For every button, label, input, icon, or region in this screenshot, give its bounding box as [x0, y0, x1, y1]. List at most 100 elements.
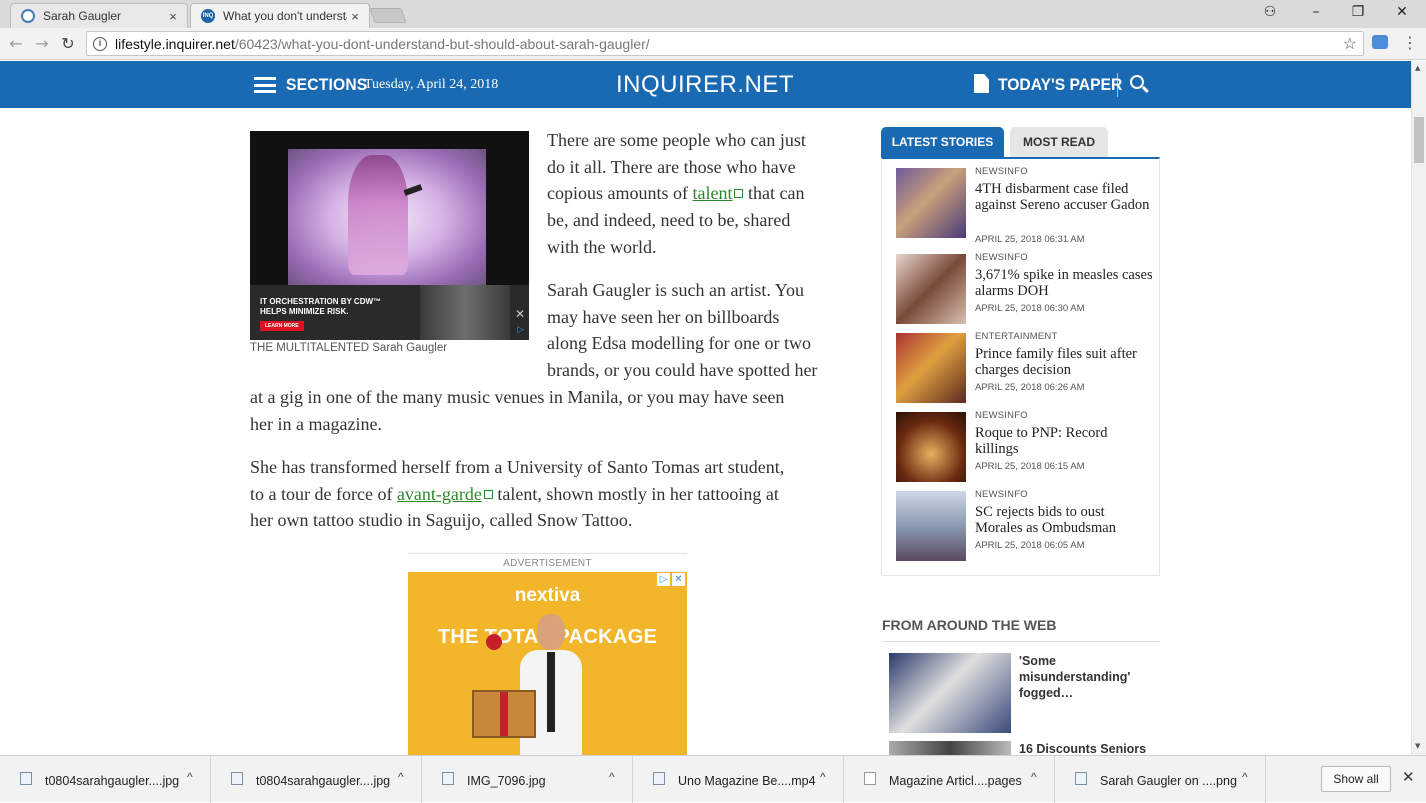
download-item[interactable]: Uno Magazine Be....mp4 ^ — [633, 756, 844, 803]
adchoices-icon[interactable]: ▷ — [657, 573, 670, 586]
sections-button[interactable]: SECTIONS — [286, 75, 367, 95]
profile-icon[interactable]: ⚇ — [1258, 4, 1282, 20]
download-options-icon[interactable]: ^ — [1242, 770, 1248, 784]
address-bar[interactable]: i lifestyle.inquirer.net/60423/what-you-… — [86, 31, 1364, 56]
todays-paper-link[interactable]: TODAY'S PAPER — [998, 75, 1122, 95]
window-close-icon[interactable]: ✕ — [1390, 4, 1414, 20]
text-span: to a tour de force of — [250, 483, 397, 504]
tab-latest-stories[interactable]: LATEST STORIES — [881, 127, 1004, 157]
scrollbar-thumb[interactable] — [1414, 117, 1424, 163]
image-file-icon — [442, 772, 454, 785]
tab-most-read[interactable]: MOST READ — [1010, 127, 1108, 157]
story-thumbnail[interactable] — [896, 333, 966, 403]
download-item[interactable]: Sarah Gaugler on ....png ^ — [1055, 756, 1266, 803]
download-item[interactable]: Magazine Articl....pages ^ — [844, 756, 1055, 803]
newspaper-icon[interactable] — [974, 74, 989, 93]
show-all-downloads-button[interactable]: Show all — [1321, 766, 1391, 792]
download-item[interactable]: IMG_7096.jpg ^ — [422, 756, 633, 803]
header-date: Tuesday, April 24, 2018 — [364, 77, 499, 92]
tab-close-icon[interactable]: × — [165, 9, 181, 24]
text-line: her in a magazine. — [250, 413, 382, 434]
download-filename[interactable]: Uno Magazine Be....mp4 — [678, 774, 816, 788]
download-options-icon[interactable]: ^ — [1031, 770, 1037, 784]
browser-tab-2[interactable]: INQ What you don't understa × — [190, 3, 370, 28]
download-options-icon[interactable]: ^ — [820, 770, 826, 784]
avant-garde-link[interactable]: avant-garde — [397, 484, 482, 504]
web-thumbnail[interactable] — [889, 653, 1011, 733]
text-line: at a gig in one of the many music venues… — [250, 387, 785, 407]
hamburger-menu-icon[interactable] — [254, 77, 276, 93]
inline-advertisement[interactable]: nextiva THE TOTAL PACKAGE ▷ ✕ — [408, 572, 687, 756]
story-date: APRIL 25, 2018 06:30 AM — [975, 303, 1085, 314]
download-item[interactable]: t0804sarahgaugler....jpg ^ — [211, 756, 422, 803]
story-date: APRIL 25, 2018 06:31 AM — [975, 234, 1085, 245]
download-options-icon[interactable]: ^ — [398, 770, 404, 784]
download-filename[interactable]: t0804sarahgaugler....jpg — [256, 774, 390, 788]
scroll-down-icon[interactable]: ▼ — [1415, 742, 1420, 750]
download-shelf: t0804sarahgaugler....jpg ^ t0804sarahgau… — [0, 755, 1426, 803]
download-filename[interactable]: Sarah Gaugler on ....png — [1100, 774, 1237, 788]
loading-icon — [21, 9, 35, 23]
back-icon[interactable]: ← — [6, 34, 26, 53]
video-file-icon — [653, 772, 665, 785]
story-title[interactable]: Prince family files suit after charges d… — [975, 346, 1153, 379]
image-overlay-ad[interactable]: IT ORCHESTRATION BY CDW™ HELPS MINIMIZE … — [250, 285, 529, 340]
site-logo[interactable]: INQUIRER.NET — [616, 71, 794, 99]
site-info-icon[interactable]: i — [93, 36, 107, 51]
download-filename[interactable]: Magazine Articl....pages — [889, 774, 1022, 788]
download-options-icon[interactable]: ^ — [609, 770, 615, 784]
ad-close-icon[interactable]: ✕ — [515, 307, 525, 321]
story-title[interactable]: 3,671% spike in measles cases alarms DOH — [975, 267, 1153, 300]
page-scrollbar[interactable]: ▲ ▼ — [1411, 61, 1426, 755]
story-category[interactable]: NEWSINFO — [975, 252, 1028, 263]
advertisement-label: ADVERTISEMENT — [408, 553, 687, 569]
tab-close-icon[interactable]: × — [347, 9, 363, 24]
story-category[interactable]: ENTERTAINMENT — [975, 331, 1057, 342]
tab-title: Sarah Gaugler — [43, 9, 122, 23]
overlay-ad-button[interactable]: LEARN MORE — [260, 321, 304, 331]
search-icon[interactable] — [1130, 75, 1144, 89]
text-line: There are some people who can just — [547, 130, 806, 150]
story-title[interactable]: SC rejects bids to oust Morales as Ombud… — [975, 504, 1153, 537]
story-thumbnail[interactable] — [896, 412, 966, 482]
ad-tie-shape — [547, 652, 555, 732]
bookmark-star-icon[interactable]: ☆ — [1343, 34, 1357, 54]
web-story-title[interactable]: 'Some misunderstanding' fogged… — [1019, 653, 1159, 701]
download-filename[interactable]: IMG_7096.jpg — [467, 774, 546, 788]
talent-link[interactable]: talent — [693, 183, 733, 203]
story-title[interactable]: Roque to PNP: Record killings — [975, 425, 1153, 458]
story-category[interactable]: NEWSINFO — [975, 166, 1028, 177]
browser-menu-icon[interactable]: ⋮ — [1402, 33, 1418, 52]
story-thumbnail[interactable] — [896, 254, 966, 324]
new-tab-button[interactable] — [369, 8, 407, 23]
story-category[interactable]: NEWSINFO — [975, 489, 1028, 500]
download-item[interactable]: t0804sarahgaugler....jpg ^ — [0, 756, 211, 803]
download-options-icon[interactable]: ^ — [187, 770, 193, 784]
story-title[interactable]: 4TH disbarment case filed against Sereno… — [975, 181, 1153, 214]
web-thumbnail[interactable] — [889, 741, 1011, 755]
story-category[interactable]: NEWSINFO — [975, 410, 1028, 421]
ad-face-shape — [537, 614, 565, 650]
story-thumbnail[interactable] — [896, 168, 966, 238]
url-host: lifestyle.inquirer.net — [115, 35, 235, 52]
reload-icon[interactable]: ↻ — [58, 34, 78, 53]
extension-icon[interactable] — [1372, 35, 1388, 49]
adchoices-icon[interactable]: ▷ — [517, 325, 524, 335]
download-filename[interactable]: t0804sarahgaugler....jpg — [45, 774, 179, 788]
restore-icon[interactable]: ❐ — [1346, 4, 1370, 20]
story-date: APRIL 25, 2018 06:26 AM — [975, 382, 1085, 393]
forward-icon[interactable]: → — [32, 34, 52, 53]
minimize-icon[interactable]: – — [1304, 4, 1328, 20]
ad-close-icon[interactable]: ✕ — [672, 573, 685, 586]
browser-tab-1[interactable]: Sarah Gaugler × — [10, 3, 188, 28]
close-shelf-icon[interactable]: ✕ — [1402, 768, 1415, 786]
overlay-ad-text: IT ORCHESTRATION BY CDW™ HELPS MINIMIZE … — [260, 297, 382, 316]
scroll-up-icon[interactable]: ▲ — [1415, 64, 1420, 72]
text-line: her own tattoo studio in Saguijo, called… — [250, 510, 633, 531]
story-thumbnail[interactable] — [896, 491, 966, 561]
browser-tab-strip: Sarah Gaugler × INQ What you don't under… — [0, 0, 1426, 28]
paragraph-2a: Sarah Gaugler is such an artist. You may… — [547, 277, 857, 384]
image-caption: THE MULTITALENTED Sarah Gaugler — [250, 342, 448, 354]
text-line: do it all. There are those who have — [547, 156, 796, 177]
ad-controls: ▷ ✕ — [657, 573, 685, 586]
